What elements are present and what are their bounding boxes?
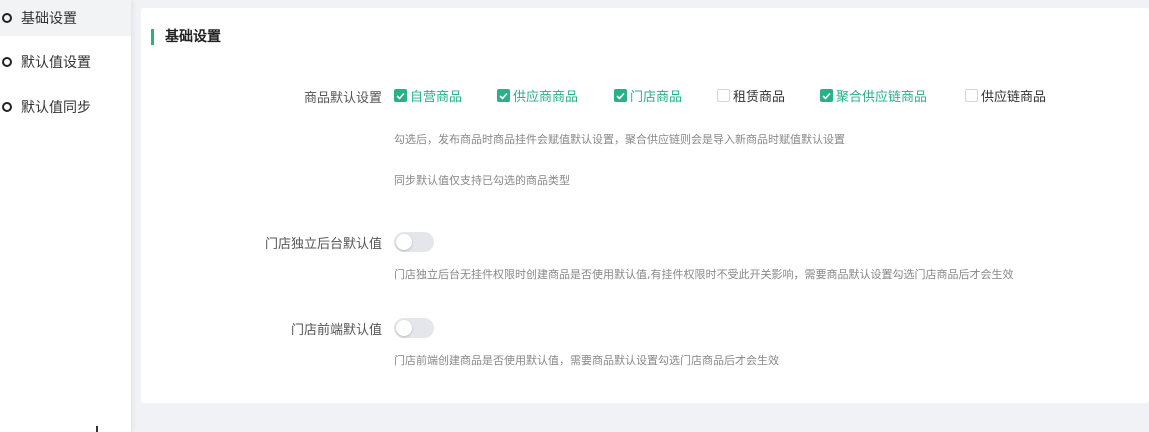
checkbox-checked-icon (497, 89, 510, 102)
checkbox-unchecked-icon (717, 89, 730, 102)
toggle-knob (396, 320, 412, 336)
checkbox-store-products[interactable]: 门店商品 (614, 86, 682, 105)
checkbox-label: 自营商品 (410, 90, 463, 105)
checkbox-supply-chain-products[interactable]: 供应链商品 (965, 86, 1046, 105)
checkbox-label: 供应链商品 (981, 90, 1047, 105)
checkbox-unchecked-icon (965, 89, 978, 102)
store-frontend-default-hint: 门店前端创建商品是否使用默认值，需要商品默认设置勾选门店商品后才会生效 (394, 354, 779, 367)
store-backend-default-hint: 门店独立后台无挂件权限时创建商品是否使用默认值,有挂件权限时不受此开关影响，需要… (394, 268, 1014, 281)
checkbox-supplier-products[interactable]: 供应商商品 (497, 86, 578, 105)
checkbox-aggregated-supply-chain-products[interactable]: 聚合供应链商品 (820, 86, 927, 105)
store-frontend-default-toggle[interactable] (394, 318, 434, 338)
circle-icon (2, 102, 12, 112)
circle-icon (2, 57, 12, 67)
checkbox-label: 门店商品 (630, 90, 683, 105)
sidebar-item-label: 默认值同步 (21, 100, 91, 116)
sidebar-item-default-value-settings[interactable]: 默认值设置 (0, 44, 131, 80)
checkbox-checked-icon (614, 89, 627, 102)
checkbox-label: 供应商商品 (513, 90, 579, 105)
sidebar: 基础设置 默认值设置 默认值同步 (0, 0, 131, 432)
checkbox-checked-icon (820, 89, 833, 102)
product-default-label: 商品默认设置 (303, 91, 382, 106)
sidebar-item-default-value-sync[interactable]: 默认值同步 (0, 89, 131, 125)
section-accent-bar (151, 29, 154, 45)
checkbox-label: 租赁商品 (733, 90, 786, 105)
sidebar-item-label: 基础设置 (21, 11, 77, 27)
store-backend-default-toggle[interactable] (394, 232, 434, 252)
checkbox-rental-products[interactable]: 租赁商品 (717, 86, 785, 105)
sidebar-item-basic-settings[interactable]: 基础设置 (0, 0, 131, 36)
sidebar-item-label: 默认值设置 (21, 55, 91, 71)
checkbox-self-operated-products[interactable]: 自营商品 (394, 86, 462, 105)
settings-panel: 基础设置 商品默认设置 自营商品 供应商商品 门店商品 租赁商品 聚合供应链商品… (141, 8, 1149, 403)
sync-default-hint: 同步默认值仅支持已勾选的商品类型 (394, 174, 570, 187)
toggle-knob (396, 234, 412, 250)
circle-icon (2, 13, 12, 23)
checkbox-checked-icon (394, 89, 407, 102)
bottom-divider (96, 426, 98, 432)
product-default-hint: 勾选后，发布商品时商品挂件会赋值默认设置，聚合供应链则会是导入新商品时赋值默认设… (394, 133, 845, 146)
store-backend-default-label: 门店独立后台默认值 (264, 237, 382, 252)
checkbox-label: 聚合供应链商品 (836, 90, 928, 105)
section-title: 基础设置 (165, 29, 221, 45)
store-frontend-default-label: 门店前端默认值 (290, 323, 382, 338)
